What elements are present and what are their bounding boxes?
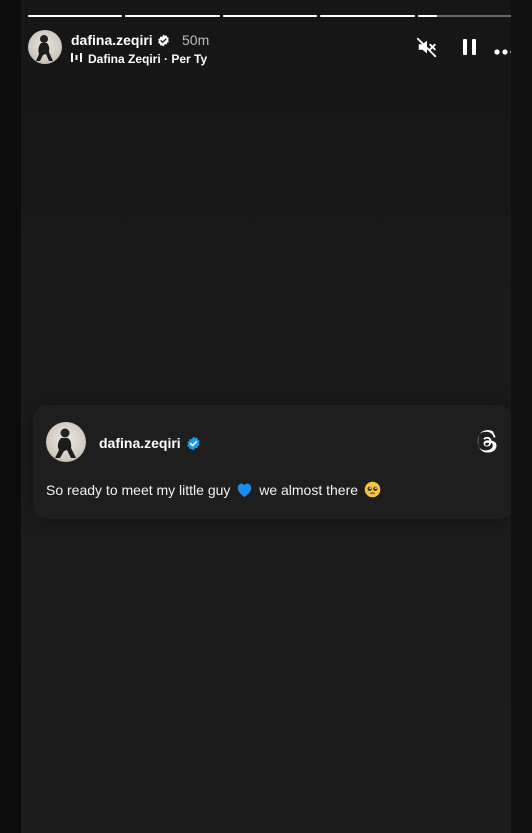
pause-icon[interactable] [460, 36, 480, 63]
holding-back-tears-emoji [364, 481, 381, 501]
post-username[interactable]: dafina.zeqiri [99, 435, 201, 454]
music-bars-icon [71, 52, 82, 66]
verified-badge-icon [157, 34, 170, 50]
progress-segment [320, 15, 415, 17]
story-viewer[interactable]: dafina.zeqiri 50m Dafina Zeqiri · Per Ty… [21, 0, 511, 833]
verified-badge-icon [186, 436, 201, 454]
story-username[interactable]: dafina.zeqiri [71, 32, 170, 50]
music-text[interactable]: Dafina Zeqiri · Per Ty [88, 52, 207, 66]
blue-heart-emoji [236, 482, 253, 501]
username-text[interactable]: dafina.zeqiri [99, 435, 181, 451]
story-time: 50m [182, 32, 210, 48]
progress-segment [222, 15, 318, 17]
post-text: So ready to meet my little guy we almost… [46, 481, 383, 501]
threads-post-card[interactable]: dafina.zeqiri So ready to meet my little… [33, 405, 511, 519]
progress-segment [125, 15, 220, 17]
story-header: dafina.zeqiri 50m Dafina Zeqiri · Per Ty [28, 30, 511, 66]
username-text[interactable]: dafina.zeqiri [71, 32, 153, 48]
post-text-part: we almost there [259, 482, 359, 498]
progress-segment [28, 15, 123, 17]
story-progress-bar [28, 15, 511, 17]
more-options-icon[interactable] [494, 42, 511, 60]
threads-icon[interactable] [475, 430, 499, 459]
next-story-edge[interactable] [511, 0, 532, 833]
muted-speaker-icon[interactable] [416, 36, 438, 63]
avatar[interactable] [28, 30, 62, 64]
avatar[interactable] [46, 422, 86, 462]
post-text-part: So ready to meet my little guy [46, 482, 231, 498]
music-attribution[interactable]: Dafina Zeqiri · Per Ty [71, 52, 207, 66]
progress-segment-current [417, 15, 511, 17]
